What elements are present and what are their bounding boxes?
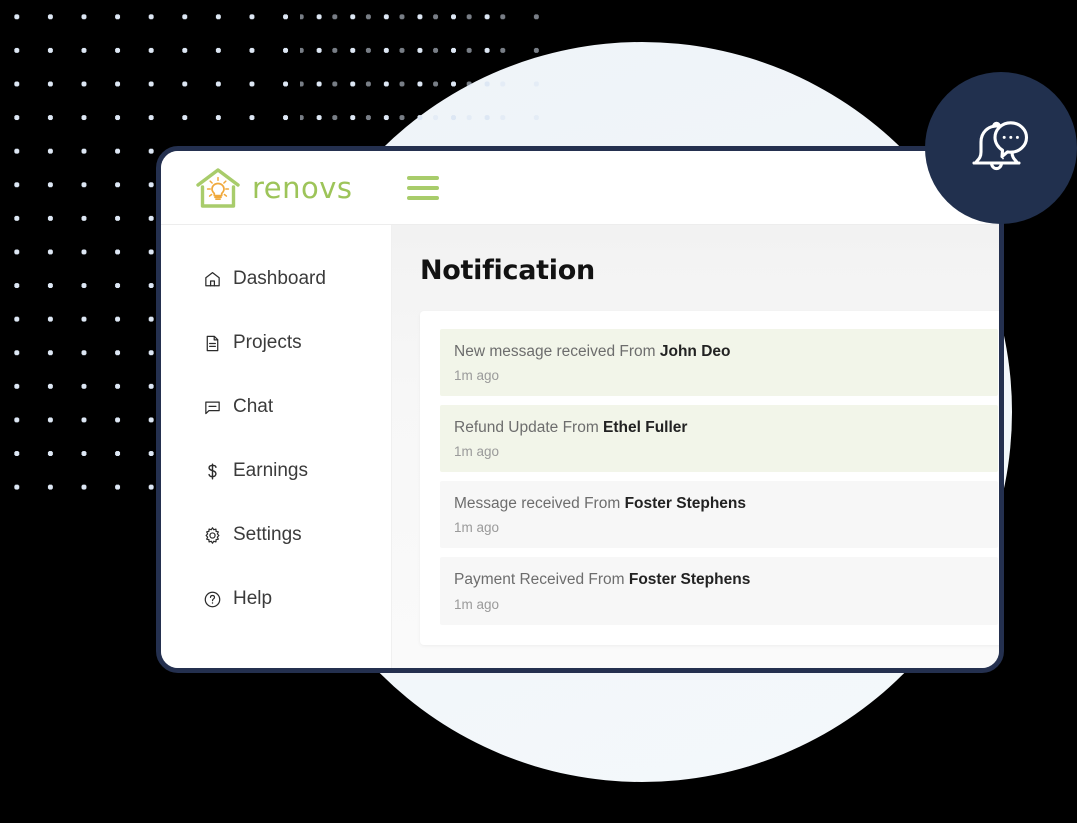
screenshot-canvas: renovs Dashboard Projects Chat Earnings … — [0, 0, 1077, 823]
brand-logo[interactable]: renovs — [194, 166, 353, 210]
notification-sender: John Deo — [659, 343, 731, 360]
notification-message-text: Message received From — [454, 495, 625, 513]
notification-message: Refund Update From Ethel Fuller — [454, 418, 998, 438]
sidebar-item-chat[interactable]: Chat — [161, 375, 391, 439]
sidebar-item-label: Earnings — [233, 460, 308, 481]
bell-chat-notification-icon — [960, 107, 1042, 189]
app-header: renovs — [161, 151, 999, 225]
notification-timestamp: 1m ago — [454, 596, 500, 612]
hamburger-bar — [406, 185, 439, 190]
notification-timestamp: 1m ago — [454, 444, 500, 460]
notification-message-text: Payment Received From — [454, 571, 629, 589]
notification-item[interactable]: New message received From John Deo 1m ag… — [440, 329, 998, 397]
notification-item[interactable]: Payment Received From Foster Stephens 1m… — [440, 557, 998, 625]
hamburger-bar — [406, 195, 439, 200]
main-content: Notification New message received From J… — [392, 225, 999, 668]
notification-message: Payment Received From Foster Stephens — [454, 570, 998, 590]
sidebar-item-label: Dashboard — [233, 268, 326, 289]
notification-message: New message received From John Deo — [454, 342, 998, 362]
sidebar-item-earnings[interactable]: Earnings — [161, 439, 391, 503]
sidebar-item-help[interactable]: Help — [161, 567, 391, 631]
notification-message: Message received From Foster Stephens — [454, 494, 998, 514]
gear-icon — [203, 526, 222, 545]
hamburger-bar — [406, 175, 439, 180]
notification-sender: Foster Stephens — [628, 571, 751, 589]
notification-timestamp: 1m ago — [454, 520, 500, 536]
notification-sender: Ethel Fuller — [603, 419, 688, 437]
chat-bubble-icon — [203, 398, 222, 417]
house-lightbulb-icon — [194, 166, 242, 210]
notification-item[interactable]: Message received From Foster Stephens 1m… — [440, 481, 998, 549]
notification-list-panel: New message received From John Deo 1m ag… — [420, 311, 999, 645]
notification-timestamp: 1m ago — [454, 368, 500, 384]
notification-message-text: Refund Update From — [454, 419, 604, 437]
notification-badge[interactable] — [925, 72, 1077, 224]
notification-sender: Foster Stephens — [624, 495, 747, 513]
sidebar-item-label: Chat — [233, 396, 274, 417]
notification-item[interactable]: Refund Update From Ethel Fuller 1m ago — [440, 405, 998, 473]
sidebar-item-label: Projects — [233, 332, 302, 353]
sidebar-item-dashboard[interactable]: Dashboard — [161, 247, 391, 311]
notification-message-text: New message received From — [454, 343, 660, 360]
page-title: Notification — [420, 255, 595, 286]
app-window: renovs Dashboard Projects Chat Earnings … — [156, 146, 1004, 673]
sidebar-navigation: Dashboard Projects Chat Earnings Setting… — [161, 225, 392, 668]
dollar-icon — [203, 462, 222, 481]
brand-name: renovs — [252, 170, 353, 205]
app-body: Dashboard Projects Chat Earnings Setting… — [161, 225, 999, 668]
home-icon — [203, 270, 222, 289]
hamburger-menu-icon[interactable] — [406, 175, 439, 200]
sidebar-item-settings[interactable]: Settings — [161, 503, 391, 567]
document-icon — [203, 334, 222, 353]
sidebar-item-projects[interactable]: Projects — [161, 311, 391, 375]
sidebar-item-label: Settings — [233, 524, 302, 545]
sidebar-item-label: Help — [233, 588, 273, 609]
question-circle-icon — [203, 590, 222, 609]
